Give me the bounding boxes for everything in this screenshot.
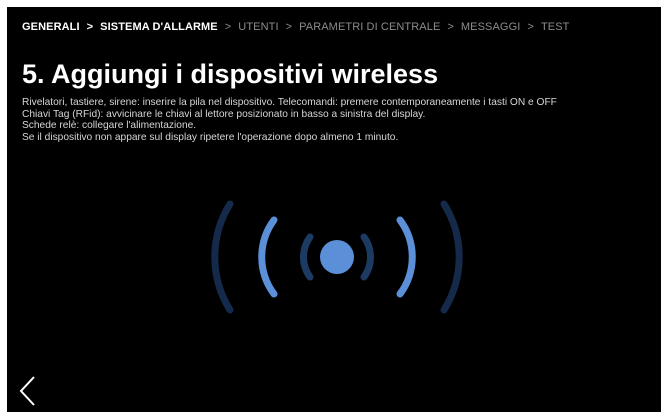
breadcrumb-item-generali[interactable]: GENERALI (22, 21, 80, 33)
instruction-line: Schede relè: collegare l'alimentazione. (22, 120, 197, 132)
wireless-signal-icon (211, 200, 463, 314)
breadcrumb: GENERALI > SISTEMA D'ALLARME > UTENTI > … (22, 21, 569, 33)
signal-wave-middle-left (258, 216, 278, 298)
breadcrumb-separator: > (86, 21, 94, 33)
instructions: Rivelatori, tastiere, sirene: inserire l… (22, 97, 557, 143)
breadcrumb-item-messaggi[interactable]: MESSAGGI (461, 21, 520, 33)
breadcrumb-item-sistema-allarme[interactable]: SISTEMA D'ALLARME (100, 21, 218, 33)
instruction-line: Rivelatori, tastiere, sirene: inserire l… (22, 97, 557, 108)
screen: GENERALI > SISTEMA D'ALLARME > UTENTI > … (7, 7, 661, 412)
signal-wave-outer-right (440, 200, 463, 314)
breadcrumb-separator: > (447, 21, 454, 33)
breadcrumb-separator: > (285, 21, 293, 33)
breadcrumb-separator: > (224, 21, 232, 33)
breadcrumb-item-utenti[interactable]: UTENTI (238, 21, 278, 33)
breadcrumb-item-parametri-centrale[interactable]: PARAMETRI DI CENTRALE (299, 21, 440, 33)
signal-wave-inner-left (300, 233, 314, 281)
signal-wave-middle-right (396, 216, 416, 298)
signal-wave-outer-left (211, 200, 234, 314)
breadcrumb-separator: > (527, 21, 534, 33)
page-title: 5. Aggiungi i dispositivi wireless (22, 59, 439, 89)
instruction-line: Se il dispositivo non appare sul display… (22, 131, 399, 143)
chevron-left-icon[interactable] (17, 374, 39, 408)
instruction-line: Chiavi Tag (RFid): avvicinare le chiavi … (22, 108, 426, 120)
signal-wave-inner-right (360, 233, 374, 281)
breadcrumb-item-test[interactable]: TEST (541, 21, 570, 33)
signal-center-dot (320, 240, 354, 274)
